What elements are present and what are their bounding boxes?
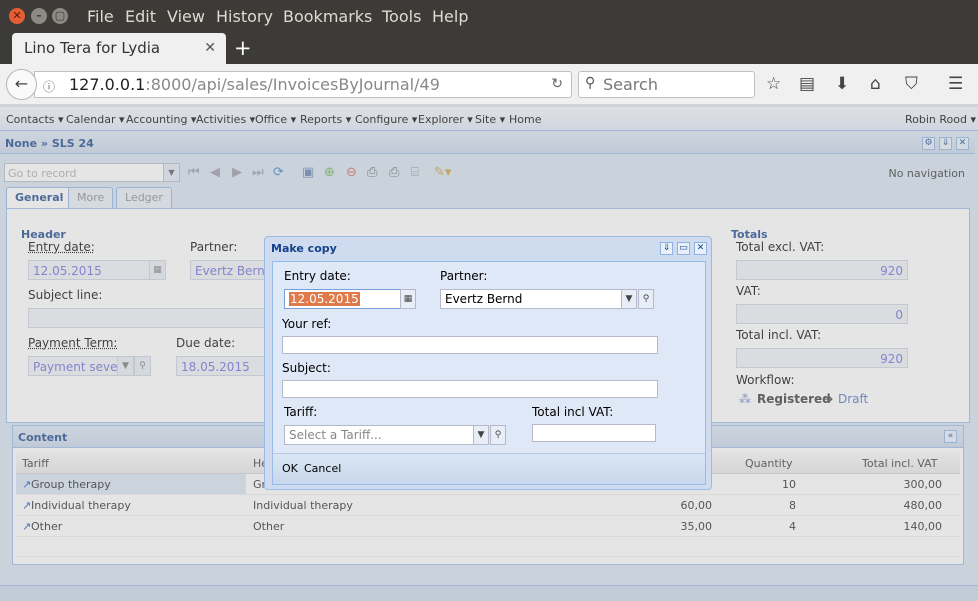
hamburger-menu-icon[interactable]: ☰ <box>948 74 963 94</box>
browser-tabbar: Lino Tera for Lydia ✕ + <box>0 33 978 64</box>
search-icon[interactable]: ⚲ <box>490 425 506 445</box>
chevron-down-icon[interactable]: ▼ <box>621 289 637 309</box>
menu-edit[interactable]: Edit <box>125 7 156 26</box>
dialog-entry-date-input[interactable]: 12.05.2015 <box>284 289 401 309</box>
cancel-button[interactable]: Cancel <box>304 462 341 475</box>
ok-button[interactable]: OK <box>282 462 298 475</box>
url-path: :8000/api/sales/InvoicesByJournal/49 <box>145 75 440 94</box>
dialog-tariff-input[interactable]: Select a Tariff... <box>284 425 474 445</box>
dialog-footer: OK Cancel <box>273 453 705 484</box>
menu-bookmarks[interactable]: Bookmarks <box>283 7 372 26</box>
back-button[interactable]: ← <box>6 69 37 100</box>
dialog-entry-date-value: 12.05.2015 <box>289 292 360 306</box>
new-tab-icon[interactable]: + <box>234 36 252 60</box>
minimize-window-button[interactable]: – <box>31 8 47 24</box>
maximize-icon[interactable]: ▭ <box>677 242 690 255</box>
dialog-header: Make copy ⇓ ▭ ✕ <box>265 237 711 259</box>
dialog-your-ref-input[interactable] <box>282 336 658 354</box>
tab-close-icon[interactable]: ✕ <box>204 40 216 56</box>
menu-history[interactable]: History <box>216 7 273 26</box>
pocket-icon[interactable]: ⛉ <box>905 74 918 94</box>
close-window-button[interactable]: ✕ <box>9 8 25 24</box>
tab-title: Lino Tera for Lydia <box>24 39 161 57</box>
url-bar[interactable]: ⓘ 127.0.0.1:8000/api/sales/InvoicesByJou… <box>34 71 572 98</box>
dialog-partner-input[interactable]: Evertz Bernd <box>440 289 622 309</box>
browser-navbar: ⓘ 127.0.0.1:8000/api/sales/InvoicesByJou… <box>0 64 978 105</box>
make-copy-dialog: Make copy ⇓ ▭ ✕ Entry date: 12.05.2015 ▦… <box>264 236 712 490</box>
url-text: 127.0.0.1:8000/api/sales/InvoicesByJourn… <box>69 75 440 94</box>
search-icon[interactable]: ⚲ <box>638 289 654 309</box>
dialog-subject-input[interactable] <box>282 380 658 398</box>
menu-tools[interactable]: Tools <box>382 7 421 26</box>
download-icon[interactable]: ⬇ <box>835 74 849 94</box>
search-input[interactable]: ⚲ Search <box>578 71 755 98</box>
menu-view[interactable]: View <box>167 7 205 26</box>
search-placeholder: Search <box>603 75 658 94</box>
close-icon[interactable]: ✕ <box>694 242 707 255</box>
dialog-title: Make copy <box>271 242 337 255</box>
dialog-entry-date-label: Entry date: <box>284 269 351 283</box>
dialog-partner-label: Partner: <box>440 269 488 283</box>
menu-help[interactable]: Help <box>432 7 468 26</box>
browser-tab[interactable]: Lino Tera for Lydia ✕ <box>12 33 226 64</box>
reading-list-icon[interactable]: ▤ <box>799 74 815 94</box>
dialog-total-incl-vat-label: Total incl VAT: <box>532 405 614 419</box>
url-host: 127.0.0.1 <box>69 75 146 94</box>
chevron-down-icon[interactable]: ▼ <box>473 425 489 445</box>
bookmark-star-icon[interactable]: ☆ <box>766 74 781 94</box>
search-icon: ⚲ <box>585 75 596 91</box>
dialog-tariff-label: Tariff: <box>284 405 318 419</box>
dialog-body: Entry date: 12.05.2015 ▦ Partner: Evertz… <box>272 261 706 485</box>
calendar-icon[interactable]: ▦ <box>400 289 416 309</box>
menu-file[interactable]: File <box>87 7 114 26</box>
dialog-total-incl-vat-input[interactable] <box>532 424 656 442</box>
dialog-your-ref-label: Your ref: <box>282 317 332 331</box>
maximize-window-button[interactable]: ▢ <box>52 8 68 24</box>
info-icon[interactable]: ⓘ <box>43 78 55 95</box>
home-icon[interactable]: ⌂ <box>870 74 881 94</box>
pin-icon[interactable]: ⇓ <box>660 242 673 255</box>
dialog-subject-label: Subject: <box>282 361 331 375</box>
reload-icon[interactable]: ↻ <box>551 76 563 92</box>
window-titlebar: ✕ – ▢ File Edit View History Bookmarks T… <box>0 0 978 33</box>
